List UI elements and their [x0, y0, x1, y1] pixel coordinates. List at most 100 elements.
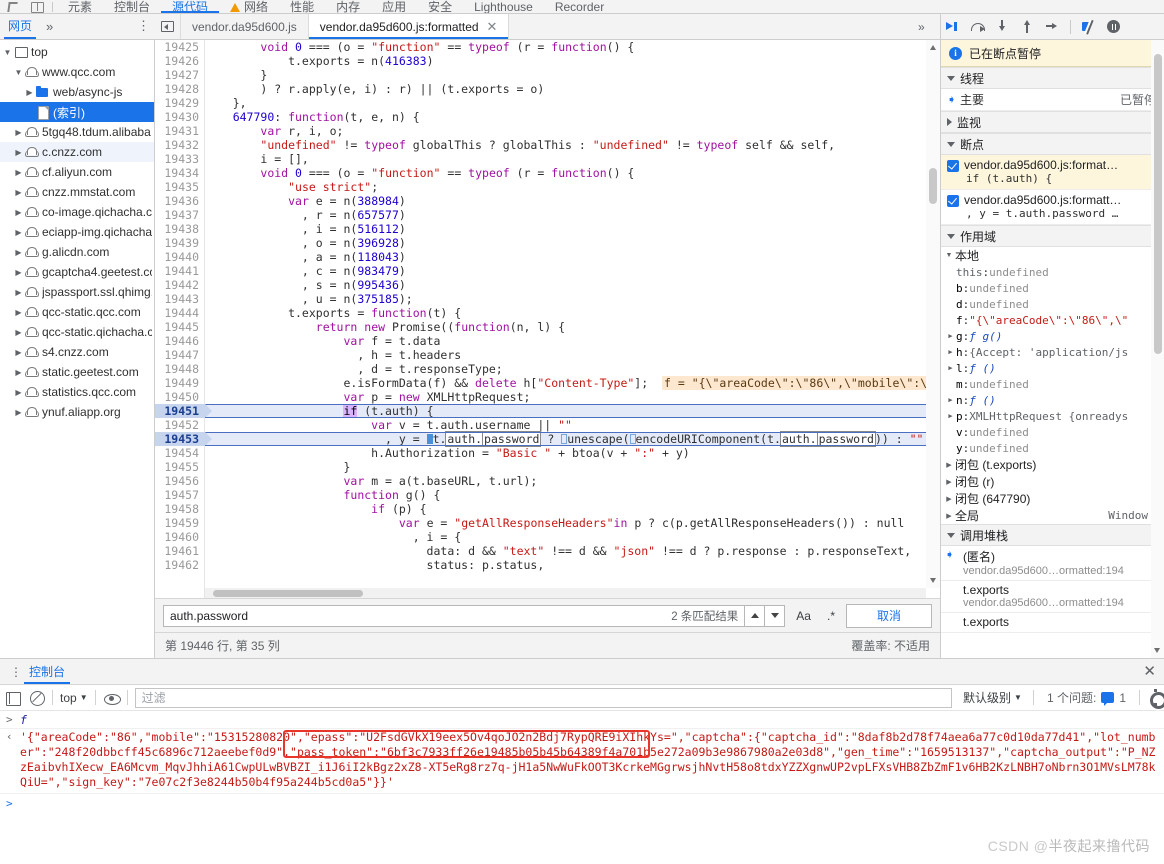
chevron-right-icon[interactable]: ▶: [945, 396, 956, 404]
line-number[interactable]: 19434: [155, 166, 205, 180]
gear-icon[interactable]: [1147, 690, 1164, 709]
search-prev-button[interactable]: [745, 604, 766, 627]
line-number[interactable]: 19456: [155, 474, 205, 488]
tab-security[interactable]: 安全: [417, 0, 463, 13]
tree-item-top[interactable]: ▼ top: [0, 42, 154, 62]
scope-variable-row[interactable]: ▶ l: ƒ (): [941, 360, 1164, 376]
line-number[interactable]: 19427: [155, 68, 205, 82]
code-line[interactable]: 19432 "undefined" != typeof globalThis ?…: [155, 138, 940, 152]
code-line[interactable]: 19445 return new Promise((function(n, l)…: [155, 320, 940, 334]
step-into-icon[interactable]: [995, 19, 1010, 34]
line-number[interactable]: 19430: [155, 110, 205, 124]
regex-toggle[interactable]: .*: [822, 609, 840, 623]
inspect-element-icon[interactable]: [6, 0, 20, 13]
tree-item-static-geetest-com[interactable]: ▶ static.geetest.com: [0, 362, 154, 382]
code-line[interactable]: 19447 , h = t.headers: [155, 348, 940, 362]
line-number[interactable]: 19435: [155, 180, 205, 194]
search-input[interactable]: auth.password 2 条匹配结果: [163, 604, 746, 627]
code-line[interactable]: 19446 var f = t.data: [155, 334, 940, 348]
chevron-right-icon[interactable]: ▶: [13, 148, 24, 157]
tree-item-web-async-js[interactable]: ▶ web/async-js: [0, 82, 154, 102]
live-expression-icon[interactable]: [103, 690, 121, 706]
tree-item-co-image-qichacha-c[interactable]: ▶ co-image.qichacha.c: [0, 202, 154, 222]
tree-item-gcaptcha4-geetest-co[interactable]: ▶ gcaptcha4.geetest.co: [0, 262, 154, 282]
line-number[interactable]: 19460: [155, 530, 205, 544]
console-issues-button[interactable]: 1 个问题: 1: [1041, 689, 1132, 706]
breakpoint-item[interactable]: vendor.da95d600.js:format… if (t.auth) {: [941, 155, 1164, 190]
line-number[interactable]: 19442: [155, 278, 205, 292]
code-line[interactable]: 19454 h.Authorization = "Basic " + btoa(…: [155, 446, 940, 460]
tab-memory[interactable]: 内存: [325, 0, 371, 13]
code-line[interactable]: 19435 "use strict";: [155, 180, 940, 194]
chevron-down-icon[interactable]: ▼: [2, 48, 13, 57]
code-line[interactable]: 19441 , c = n(983479): [155, 264, 940, 278]
chevron-down-icon[interactable]: ▼: [13, 68, 24, 77]
scope-variable-row[interactable]: v: undefined: [941, 424, 1164, 440]
line-number[interactable]: 19437: [155, 208, 205, 222]
scope-variable-row[interactable]: m: undefined: [941, 376, 1164, 392]
scope-closure-row[interactable]: ▶ 全局 Window: [941, 507, 1164, 524]
tree-item-g-alicdn-com[interactable]: ▶ g.alicdn.com: [0, 242, 154, 262]
pause-on-exceptions-icon[interactable]: [1106, 19, 1121, 34]
section-header-scope[interactable]: 作用域: [941, 225, 1164, 247]
tree-item-s4-cnzz-com[interactable]: ▶ s4.cnzz.com: [0, 342, 154, 362]
console-sidebar-icon[interactable]: [4, 690, 21, 706]
chevron-right-icon[interactable]: ▶: [24, 88, 35, 97]
line-number[interactable]: 19444: [155, 306, 205, 320]
code-line[interactable]: 19460 , i = {: [155, 530, 940, 544]
line-number[interactable]: 19446: [155, 334, 205, 348]
section-header-threads[interactable]: 线程: [941, 67, 1164, 89]
tree-item-jspassport-ssl-qhimg-[interactable]: ▶ jspassport.ssl.qhimg.: [0, 282, 154, 302]
section-header-callstack[interactable]: 调用堆栈: [941, 524, 1164, 546]
code-line[interactable]: 19462 status: p.status,: [155, 558, 940, 572]
chevron-right-icon[interactable]: ▶: [13, 348, 24, 357]
code-line[interactable]: 19429 },: [155, 96, 940, 110]
call-stack-item[interactable]: ➧ (匿名) vendor.da95d600…ormatted:194: [941, 546, 1164, 581]
line-number[interactable]: 19448: [155, 362, 205, 376]
tree-item-cnzz-mmstat-com[interactable]: ▶ cnzz.mmstat.com: [0, 182, 154, 202]
chevron-right-icon[interactable]: ▶: [945, 348, 956, 356]
chevron-right-icon[interactable]: ▶: [13, 408, 24, 417]
chevron-right-icon[interactable]: ▶: [13, 308, 24, 317]
scope-variable-row[interactable]: ▶ g: ƒ g(): [941, 328, 1164, 344]
code-line[interactable]: 19456 var m = a(t.baseURL, t.url);: [155, 474, 940, 488]
breakpoint-checkbox[interactable]: [947, 195, 959, 207]
code-line[interactable]: 19440 , a = n(118043): [155, 250, 940, 264]
step-out-icon[interactable]: [1020, 19, 1035, 34]
code-line[interactable]: 19459 var e = "getAllResponseHeaders"in …: [155, 516, 940, 530]
line-number[interactable]: 19429: [155, 96, 205, 110]
code-line[interactable]: 19455 }: [155, 460, 940, 474]
source-tab-vendor-formatted[interactable]: vendor.da95d600.js:formatted ✕: [308, 14, 510, 39]
editor-horizontal-scrollbar[interactable]: [205, 588, 926, 598]
line-number[interactable]: 19425: [155, 40, 205, 54]
tree-item-cf-aliyun-com[interactable]: ▶ cf.aliyun.com: [0, 162, 154, 182]
editor-vertical-scrollbar[interactable]: [926, 40, 940, 588]
tree-item--[interactable]: (索引): [0, 102, 154, 122]
chevron-right-icon[interactable]: ▶: [945, 364, 956, 372]
show-navigator-button[interactable]: [155, 14, 181, 39]
clear-console-icon[interactable]: [28, 690, 45, 706]
scope-variable-row[interactable]: ▶ h: {Accept: 'application/js: [941, 344, 1164, 360]
chevron-right-icon[interactable]: ▶: [13, 208, 24, 217]
chevron-right-icon[interactable]: ▶: [13, 188, 24, 197]
chevron-right-icon[interactable]: ▶: [13, 168, 24, 177]
code-line[interactable]: 19433 i = [],: [155, 152, 940, 166]
tab-console[interactable]: 控制台: [103, 0, 161, 13]
code-line[interactable]: 19453 , y = t.auth. password ? unescape(e…: [155, 431, 940, 447]
chevron-right-icon[interactable]: ▶: [13, 288, 24, 297]
code-line[interactable]: 19436 var e = n(388984): [155, 194, 940, 208]
breakpoint-checkbox[interactable]: [947, 160, 959, 172]
line-number[interactable]: 19428: [155, 82, 205, 96]
chevron-right-icon[interactable]: ▶: [13, 368, 24, 377]
navigator-more-tabs-button[interactable]: »: [40, 19, 59, 34]
line-number[interactable]: 19452: [155, 418, 205, 432]
line-number[interactable]: 19439: [155, 236, 205, 250]
line-number[interactable]: 19453: [155, 432, 212, 446]
line-number[interactable]: 19445: [155, 320, 205, 334]
scroll-up-icon[interactable]: [930, 45, 936, 50]
line-number[interactable]: 19443: [155, 292, 205, 306]
console-context-selector[interactable]: top ▼: [60, 691, 88, 705]
tab-performance[interactable]: 性能: [279, 0, 325, 13]
tab-recorder[interactable]: Recorder: [544, 0, 615, 13]
tab-lighthouse[interactable]: Lighthouse: [463, 0, 544, 13]
